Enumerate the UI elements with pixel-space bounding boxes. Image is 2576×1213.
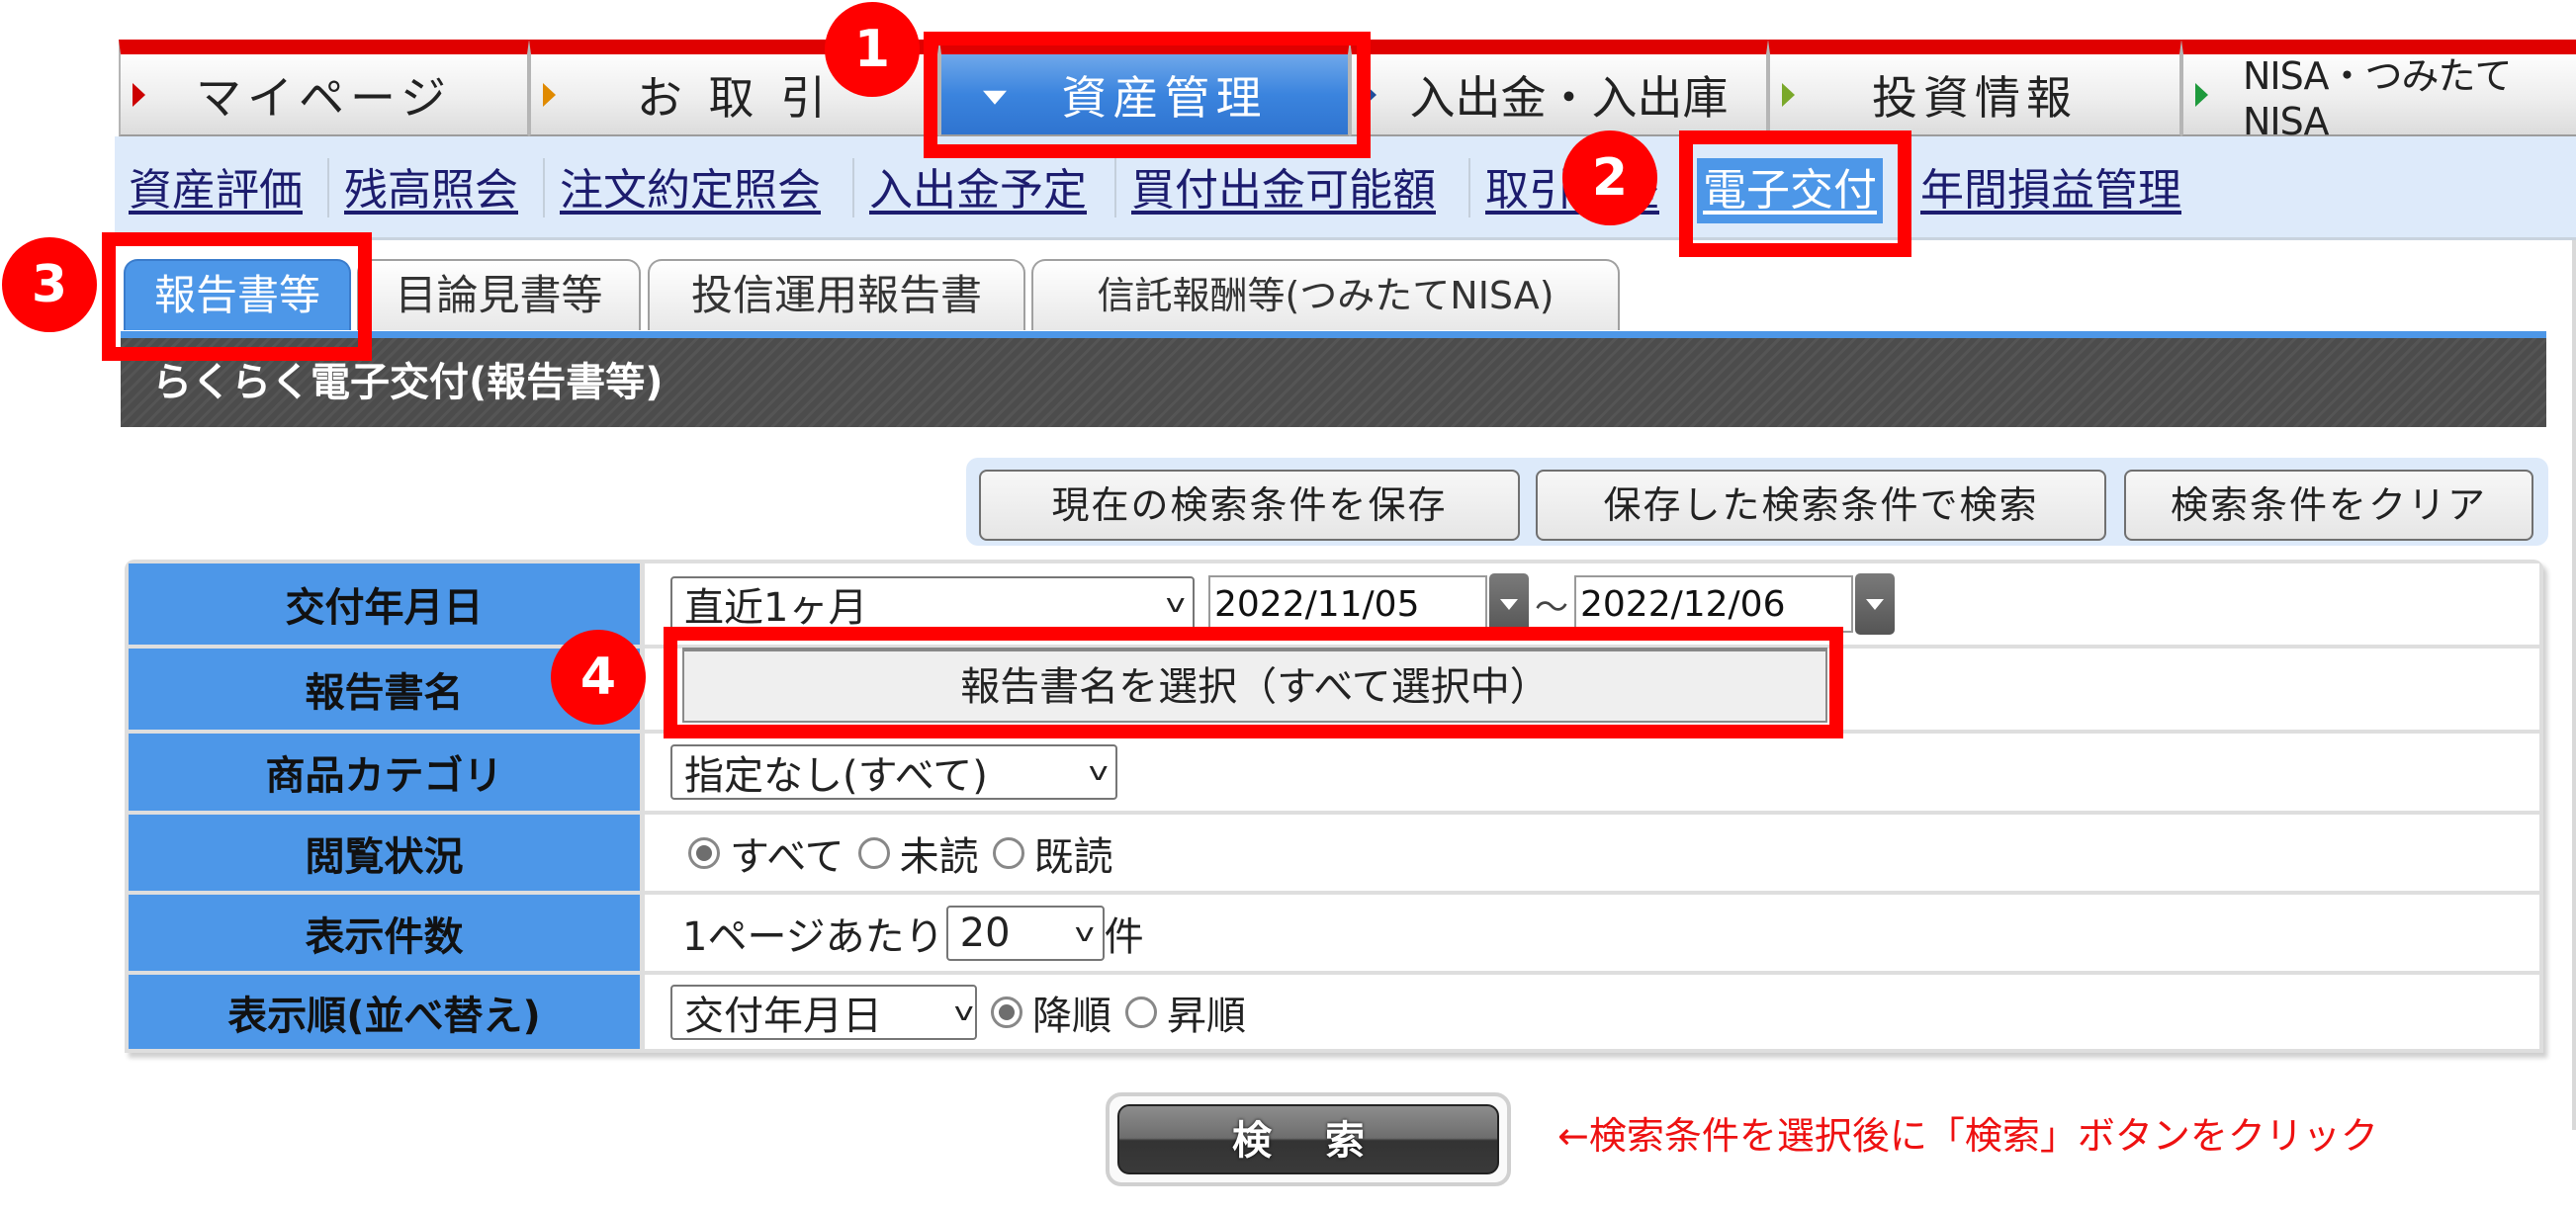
- nav-tab-nisa[interactable]: NISA・つみたてNISA: [2181, 40, 2576, 143]
- category-select[interactable]: 指定なし(すべて) v: [670, 744, 1117, 800]
- step-badge-1: 1: [825, 2, 920, 97]
- clear-conditions-button[interactable]: 検索条件をクリア: [2124, 470, 2533, 541]
- nav-tab-label: 投資情報: [1872, 70, 2078, 125]
- arrow-right-icon: [1782, 82, 1795, 107]
- date-period-select[interactable]: 直近1ヶ月 v: [670, 576, 1195, 632]
- search-instruction-note: ←検索条件を選択後に「検索」ボタンをクリック: [1557, 1114, 2378, 1158]
- section-title: らくらく電子交付(報告書等): [121, 338, 2546, 427]
- nav-tab-deposit-withdraw[interactable]: 入出金・入出庫: [1350, 40, 1768, 136]
- load-saved-conditions-button[interactable]: 保存した検索条件で検索: [1536, 470, 2106, 541]
- nav-tab-label: マイページ: [195, 70, 453, 125]
- tab-reports[interactable]: 報告書等: [124, 259, 351, 330]
- radio-label-desc: 降順: [1032, 993, 1111, 1039]
- nav-tab-asset-management[interactable]: 資産管理: [939, 40, 1350, 136]
- radio-sort-asc[interactable]: [1125, 996, 1157, 1028]
- step-badge-3: 3: [2, 237, 97, 332]
- nav-tab-label: お 取 引: [636, 70, 833, 125]
- category-value: 指定なし(すべて): [684, 753, 988, 799]
- save-conditions-button[interactable]: 現在の検索条件を保存: [979, 470, 1520, 541]
- subnav-buying-power[interactable]: 買付出金可能額: [1131, 161, 1436, 220]
- label-per-page: 表示件数: [129, 895, 640, 971]
- nav-tab-mypage[interactable]: マイページ: [119, 40, 529, 136]
- chevron-down-icon: v: [1165, 589, 1186, 619]
- sub-nav: 資産評価 残高照会 注文約定照会 入出金予定 買付出金可能額 取引履歴 電子交付…: [115, 136, 2576, 240]
- date-period-value: 直近1ヶ月: [684, 585, 868, 631]
- subnav-divider: [327, 158, 329, 217]
- sort-field-select[interactable]: 交付年月日 v: [670, 984, 977, 1040]
- nav-tab-label: 入出金・入出庫: [1409, 70, 1729, 125]
- chevron-down-icon: v: [953, 996, 974, 1027]
- subnav-annual-pl[interactable]: 年間損益管理: [1920, 161, 2181, 220]
- tab-fund-reports[interactable]: 投信運用報告書: [648, 259, 1025, 330]
- tab-prospectus[interactable]: 目論見書等: [357, 259, 641, 330]
- arrow-down-icon: [983, 90, 1007, 105]
- radio-read-read[interactable]: [992, 836, 1024, 869]
- per-page-select[interactable]: 20 v: [945, 905, 1105, 961]
- select-report-name-button[interactable]: 報告書名を選択（すべて選択中）: [682, 648, 1827, 723]
- label-delivery-date: 交付年月日: [129, 563, 640, 645]
- cell-sort: 交付年月日 v 降順 昇順: [645, 975, 2539, 1049]
- radio-read-unread[interactable]: [857, 836, 890, 869]
- form-row-sort: 表示順(並べ替え) 交付年月日 v 降順 昇順: [129, 975, 2539, 1049]
- label-category: 商品カテゴリ: [129, 734, 640, 811]
- global-nav: マイページ お 取 引 資産管理 入出金・入出庫 投資情報 NISA・つみたてN…: [0, 0, 2576, 143]
- search-form: 交付年月日 直近1ヶ月 v 2022/11/05 ～ 2022/12/06 報告…: [125, 560, 2543, 1053]
- subnav-balance[interactable]: 残高照会: [344, 161, 518, 220]
- step-badge-2: 2: [1562, 130, 1657, 225]
- calendar-dropdown-icon[interactable]: [1855, 573, 1895, 635]
- per-page-suffix: 件: [1104, 913, 1144, 960]
- subnav-asset-valuation[interactable]: 資産評価: [129, 161, 303, 220]
- cell-delivery-date: 直近1ヶ月 v 2022/11/05 ～ 2022/12/06: [645, 563, 2539, 645]
- nav-tab-investment-info[interactable]: 投資情報: [1768, 40, 2181, 136]
- page-edge: [2572, 240, 2576, 1130]
- calendar-dropdown-icon[interactable]: [1489, 573, 1529, 635]
- arrow-right-icon: [2195, 82, 2208, 107]
- arrow-right-icon: [543, 82, 556, 107]
- date-to-value: 2022/12/06: [1580, 583, 1786, 625]
- tab-trust-fees[interactable]: 信託報酬等(つみたてNISA): [1031, 259, 1620, 330]
- chevron-down-icon: v: [1088, 757, 1109, 787]
- label-sort: 表示順(並べ替え): [129, 975, 640, 1049]
- nav-tab-label: 資産管理: [1061, 70, 1268, 125]
- arrow-right-icon: [133, 82, 145, 107]
- sort-field-value: 交付年月日: [684, 993, 882, 1039]
- date-from-value: 2022/11/05: [1214, 583, 1420, 625]
- step-badge-4: 4: [551, 630, 646, 725]
- subnav-divider: [1468, 158, 1470, 217]
- search-button[interactable]: 検 索: [1106, 1092, 1511, 1186]
- search-button-label: 検 索: [1117, 1104, 1499, 1174]
- form-row-read-status: 閲覧状況 すべて 未読 既読: [129, 815, 2539, 891]
- radio-sort-desc[interactable]: [991, 996, 1022, 1028]
- subnav-cash-schedule[interactable]: 入出金予定: [869, 161, 1087, 220]
- cell-per-page: 1ページあたり 20 v 件: [645, 895, 2539, 971]
- subnav-divider: [1114, 158, 1116, 217]
- chevron-down-icon: v: [1074, 917, 1095, 948]
- form-row-category: 商品カテゴリ 指定なし(すべて) v: [129, 734, 2539, 811]
- radio-label-all: すべて: [730, 833, 844, 880]
- cell-category: 指定なし(すべて) v: [645, 734, 2539, 811]
- subnav-divider: [852, 158, 854, 217]
- date-from-input[interactable]: 2022/11/05: [1208, 575, 1487, 633]
- cell-read-status: すべて 未読 既読: [645, 815, 2539, 891]
- subnav-divider: [543, 158, 545, 217]
- subnav-e-delivery[interactable]: 電子交付: [1697, 158, 1883, 223]
- radio-label-unread: 未読: [899, 833, 979, 880]
- arrow-right-icon: [1364, 82, 1377, 107]
- label-read-status: 閲覧状況: [129, 815, 640, 891]
- tab-underline: [121, 331, 2546, 338]
- radio-read-all[interactable]: [688, 836, 720, 869]
- radio-label-read: 既読: [1033, 833, 1113, 880]
- date-to-input[interactable]: 2022/12/06: [1574, 575, 1853, 633]
- per-page-value: 20: [959, 910, 1011, 956]
- radio-label-asc: 昇順: [1167, 993, 1246, 1039]
- date-range-separator: ～: [1535, 587, 1568, 628]
- subnav-order-execution[interactable]: 注文約定照会: [560, 161, 821, 220]
- form-row-delivery-date: 交付年月日 直近1ヶ月 v 2022/11/05 ～ 2022/12/06: [129, 563, 2539, 645]
- per-page-prefix: 1ページあたり: [682, 913, 944, 960]
- form-row-per-page: 表示件数 1ページあたり 20 v 件: [129, 895, 2539, 971]
- nav-tab-label: NISA・つみたてNISA: [2243, 54, 2512, 143]
